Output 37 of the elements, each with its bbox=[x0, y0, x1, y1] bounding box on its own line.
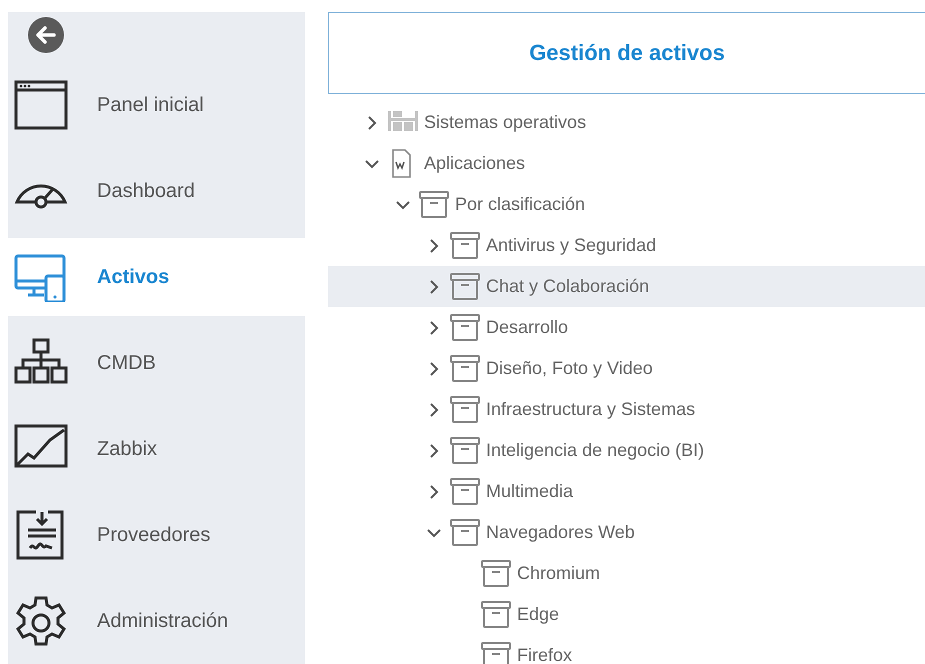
box-icon bbox=[449, 395, 481, 424]
window-icon bbox=[14, 80, 68, 130]
tree-row[interactable]: Chromium bbox=[328, 553, 925, 594]
nav-item[interactable]: Proveedores bbox=[8, 492, 305, 578]
tree-row[interactable]: Inteligencia de negocio (BI) bbox=[328, 430, 925, 471]
tree-row[interactable]: Sistemas operativos bbox=[328, 102, 925, 143]
tree-row[interactable]: Navegadores Web bbox=[328, 512, 925, 553]
page-title: Gestión de activos bbox=[529, 40, 725, 66]
box-icon bbox=[449, 313, 481, 342]
tree-row[interactable]: Infraestructura y Sistemas bbox=[328, 389, 925, 430]
nav-item[interactable]: CMDB bbox=[8, 320, 305, 406]
tree-row[interactable]: Edge bbox=[328, 594, 925, 635]
nav-item[interactable]: Dashboard bbox=[8, 148, 305, 234]
box-icon bbox=[449, 272, 481, 301]
nav-item[interactable]: Administración bbox=[8, 578, 305, 664]
box-icon bbox=[449, 231, 481, 260]
box-icon bbox=[480, 641, 512, 664]
box-icon bbox=[418, 190, 450, 219]
tree-row[interactable]: Aplicaciones bbox=[328, 143, 925, 184]
box-icon bbox=[449, 436, 481, 465]
box-icon bbox=[480, 600, 512, 629]
box-icon bbox=[449, 518, 481, 547]
box-icon bbox=[449, 354, 481, 383]
devices-icon bbox=[14, 252, 68, 302]
tree-row[interactable]: Multimedia bbox=[328, 471, 925, 512]
tree-row[interactable]: Por clasificación bbox=[328, 184, 925, 225]
box-icon bbox=[449, 477, 481, 506]
nav-item[interactable]: Zabbix bbox=[8, 406, 305, 492]
settings-icon bbox=[14, 596, 68, 646]
tree-row[interactable]: Desarrollo bbox=[328, 307, 925, 348]
tree-row[interactable]: Diseño, Foto y Video bbox=[328, 348, 925, 389]
tree-row[interactable]: Chat y Colaboración bbox=[328, 266, 925, 307]
back-icon[interactable] bbox=[28, 17, 64, 53]
box-icon bbox=[480, 559, 512, 588]
nav-item[interactable]: Panel inicial bbox=[8, 62, 305, 148]
tree-row[interactable]: Antivirus y Seguridad bbox=[328, 225, 925, 266]
tree-row[interactable]: Firefox bbox=[328, 635, 925, 664]
